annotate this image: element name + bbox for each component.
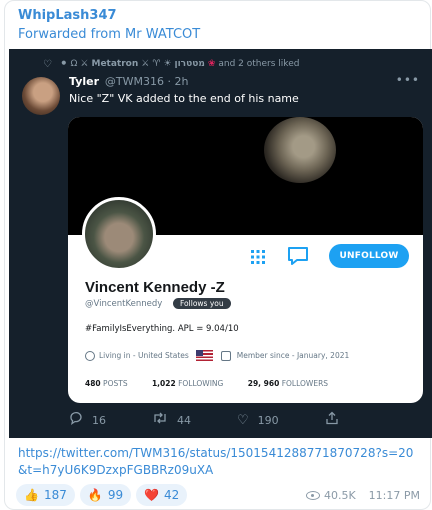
reaction-fire[interactable]: 🔥 99 bbox=[79, 484, 132, 506]
message-time: 11:17 PM bbox=[368, 489, 420, 502]
crossed-swords-icon: ⚔ bbox=[80, 59, 89, 69]
profile-name: Vincent Kennedy -Z bbox=[85, 279, 225, 296]
profile-bio: #FamilyIsEverything. APL = 9.04/10 bbox=[85, 324, 239, 334]
following-label: FOLLOWING bbox=[178, 379, 224, 388]
profile-stats: 480 POSTS 1,022 FOLLOWING 29, 960 FOLLOW… bbox=[85, 379, 350, 388]
profile-meta: Living in - United States Member since -… bbox=[85, 350, 349, 361]
followers-label: FOLLOWERS bbox=[281, 379, 329, 388]
stat-followers: 29, 960 FOLLOWERS bbox=[248, 379, 328, 388]
follows-you-badge: Follows you bbox=[173, 298, 231, 309]
reply-icon bbox=[69, 411, 83, 429]
message-meta: 40.5K 11:17 PM bbox=[305, 489, 420, 502]
reaction-count: 99 bbox=[107, 488, 124, 502]
like-action: ♡ 190 bbox=[237, 413, 279, 428]
tweet-text: Nice "Z" VK added to the end of his name bbox=[69, 92, 299, 105]
profile-card: UNFOLLOW Vincent Kennedy -Z @VincentKenn… bbox=[68, 117, 423, 403]
reaction-heart[interactable]: ❤️ 42 bbox=[136, 484, 188, 506]
red-heart-icon: ❤️ bbox=[144, 488, 160, 502]
message-bubble: WhipLash347 Forwarded from Mr WATCOT ♡ ⚫… bbox=[4, 0, 432, 510]
view-count: 40.5K bbox=[323, 489, 356, 502]
author-handle: @TWM316 · 2h bbox=[104, 75, 189, 88]
posts-count: 480 bbox=[85, 379, 101, 388]
crossed-swords-icon: ⚔ bbox=[141, 59, 150, 69]
more-dots-icon: ••• bbox=[395, 73, 420, 87]
reaction-thumbs-up[interactable]: 👍 187 bbox=[16, 484, 75, 506]
retweet-count: 44 bbox=[177, 413, 191, 427]
profile-member-since: Member since - January, 2021 bbox=[236, 351, 350, 360]
liked-by-name: Metatron bbox=[91, 59, 139, 69]
followers-count: 29, 960 bbox=[247, 379, 280, 388]
like-count: 190 bbox=[257, 413, 279, 427]
profile-location: Living in - United States bbox=[99, 351, 189, 360]
thumbs-up-icon: 👍 bbox=[24, 488, 39, 502]
author-avatar bbox=[22, 77, 60, 115]
reaction-count: 42 bbox=[164, 488, 180, 502]
tweet-screenshot[interactable]: ♡ ⚫ Ω ⚔ Metatron ⚔ ♈ ☀ מטטרון ❀ and 2 ot… bbox=[9, 49, 432, 438]
reactions-row: 👍 187 🔥 99 ❤️ 42 bbox=[16, 484, 188, 506]
rose-icon: ❀ bbox=[207, 59, 216, 69]
profile-handle: @VincentKennedy bbox=[85, 299, 163, 309]
profile-handle-row: @VincentKennedy Follows you bbox=[85, 298, 231, 309]
liked-suffix: and 2 others liked bbox=[218, 59, 300, 69]
share-icon bbox=[325, 411, 339, 429]
sun-icon: ☀ bbox=[163, 59, 172, 69]
stat-posts: 480 POSTS bbox=[85, 379, 128, 388]
tweet-actions: 16 44 ♡ 190 bbox=[69, 411, 339, 429]
reply-action: 16 bbox=[69, 411, 106, 429]
liked-by-hebrew: מטטרון bbox=[174, 59, 205, 69]
following-count: 1,022 bbox=[151, 379, 176, 388]
author-name: Tyler bbox=[69, 75, 100, 88]
heart-outline-icon: ♡ bbox=[43, 58, 52, 70]
retweet-action: 44 bbox=[152, 411, 191, 429]
retweet-icon bbox=[152, 411, 168, 429]
us-flag-icon bbox=[195, 350, 213, 361]
eye-icon bbox=[305, 491, 320, 500]
tweet-author: Tyler @TWM316 · 2h bbox=[69, 75, 188, 88]
globe-icon bbox=[85, 350, 95, 361]
aries-icon: ♈ bbox=[152, 59, 161, 69]
profile-avatar bbox=[82, 197, 156, 271]
calendar-icon bbox=[220, 350, 231, 361]
reply-count: 16 bbox=[92, 413, 106, 427]
fire-icon: 🔥 bbox=[87, 488, 103, 502]
sender-name[interactable]: WhipLash347 bbox=[18, 8, 117, 23]
unfollow-button: UNFOLLOW bbox=[329, 244, 409, 268]
message-bubble-icon bbox=[286, 244, 310, 268]
emoji-circle-icon: ⚫ bbox=[59, 59, 68, 69]
stat-following: 1,022 FOLLOWING bbox=[152, 379, 223, 388]
share-action bbox=[325, 411, 339, 429]
forwarded-from[interactable]: Forwarded from Mr WATCOT bbox=[18, 27, 200, 42]
moon-banner-image bbox=[264, 117, 336, 183]
reaction-count: 187 bbox=[43, 488, 67, 502]
posts-label: POSTS bbox=[103, 379, 128, 388]
omega-icon: Ω bbox=[70, 59, 78, 69]
liked-by-row: ♡ ⚫ Ω ⚔ Metatron ⚔ ♈ ☀ מטטרון ❀ and 2 ot… bbox=[43, 57, 299, 71]
tweet-link[interactable]: https://twitter.com/TWM316/status/150154… bbox=[18, 445, 418, 479]
grid-icon bbox=[250, 249, 266, 265]
heart-icon: ♡ bbox=[237, 412, 249, 428]
